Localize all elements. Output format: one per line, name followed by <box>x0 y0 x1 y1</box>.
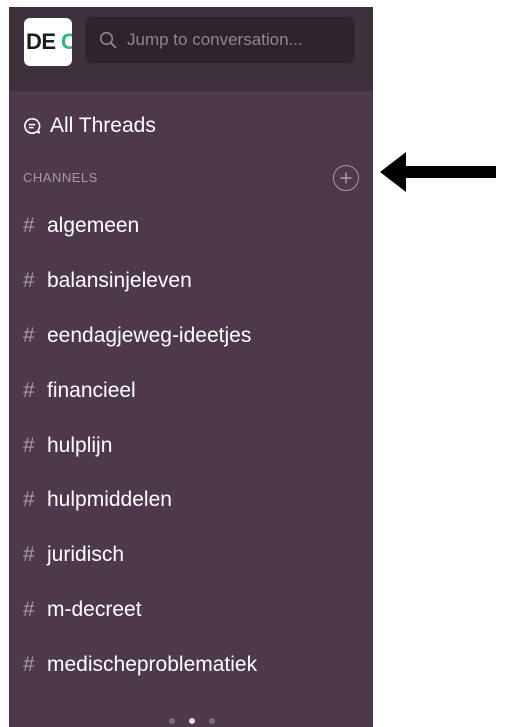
channel-item-medischeproblematiek[interactable]: # medischeproblematiek <box>23 637 363 692</box>
channel-name: medischeproblematiek <box>47 652 258 676</box>
add-channel-button[interactable] <box>333 165 359 191</box>
plus-circle-icon <box>340 172 352 184</box>
page-dot-active[interactable] <box>189 718 195 724</box>
channel-name: financieel <box>47 378 136 402</box>
page-dot[interactable] <box>169 718 175 724</box>
channel-item-m-decreet[interactable]: # m-decreet <box>23 583 363 638</box>
channel-item-algemeen[interactable]: # algemeen <box>23 199 363 254</box>
jump-to-search[interactable] <box>85 17 355 63</box>
page-indicator <box>169 718 215 724</box>
channels-section-title: CHANNELS <box>23 170 98 185</box>
channel-hash: # <box>23 652 35 676</box>
workspace-logo-text: DE <box>26 29 56 54</box>
channel-name: eendagjeweg-ideetjes <box>47 323 252 347</box>
search-icon <box>99 31 117 49</box>
channel-item-financieel[interactable]: # financieel <box>23 363 363 418</box>
channel-item-juridisch[interactable]: # juridisch <box>23 528 363 583</box>
page-dot[interactable] <box>209 718 215 724</box>
channel-name: juridisch <box>47 543 125 567</box>
annotation-arrow-icon <box>380 152 496 192</box>
search-input[interactable] <box>127 17 347 63</box>
channel-hash: # <box>23 597 35 621</box>
channel-hash: # <box>23 433 35 457</box>
channel-name: balansinjeleven <box>47 269 192 293</box>
channel-hash: # <box>23 323 35 347</box>
channel-hash: # <box>23 378 35 402</box>
channel-hash: # <box>23 488 35 512</box>
channel-hash: # <box>23 269 35 293</box>
channels-section-header: CHANNELS <box>23 163 359 193</box>
channel-name: algemeen <box>47 214 140 238</box>
workspace-logo[interactable]: DE C <box>24 18 72 66</box>
channel-name: hulplijn <box>47 433 113 457</box>
threads-icon <box>24 118 41 134</box>
sidebar-header: DE C <box>9 7 373 91</box>
channel-item-hulplijn[interactable]: # hulplijn <box>23 418 363 473</box>
channel-item-eendagjeweg-ideetjes[interactable]: # eendagjeweg-ideetjes <box>23 309 363 364</box>
workspace-logo-accent: C <box>61 29 72 54</box>
channel-hash: # <box>23 543 35 567</box>
channel-list: # algemeen # balansinjeleven # eendagjew… <box>23 199 363 692</box>
channel-hash: # <box>23 214 35 238</box>
channel-item-hulpmiddelen[interactable]: # hulpmiddelen <box>23 473 363 528</box>
channel-item-balansinjeleven[interactable]: # balansinjeleven <box>23 254 363 309</box>
channel-name: m-decreet <box>47 597 142 621</box>
all-threads-label: All Threads <box>50 114 156 137</box>
channel-name: hulpmiddelen <box>47 488 172 512</box>
all-threads-link[interactable]: All Threads <box>23 111 156 141</box>
sidebar: DE C All Threads CHANNELS # <box>9 7 373 727</box>
